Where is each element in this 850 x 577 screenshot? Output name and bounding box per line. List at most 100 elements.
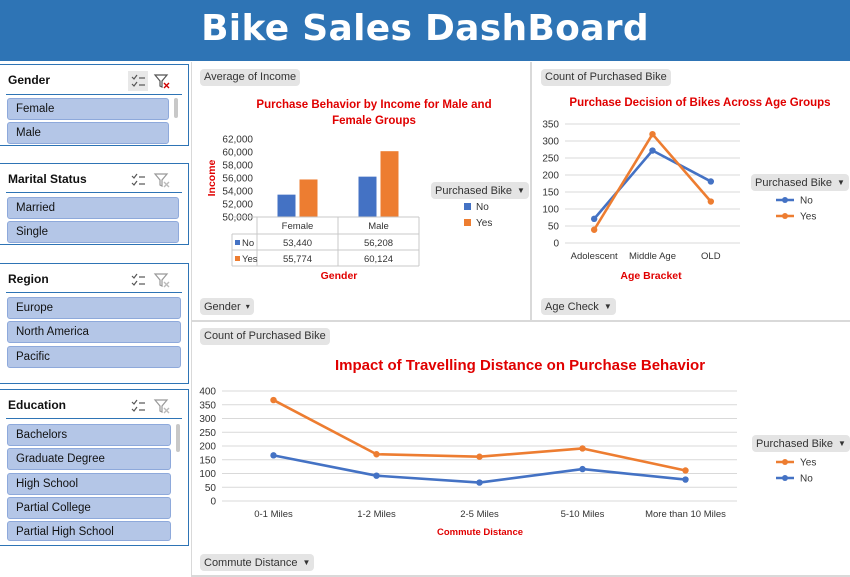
commute-legend-field-button[interactable]: Purchased Bike ▼ — [752, 435, 850, 452]
marital-status-slicer: Marital Status Married Single — [0, 163, 189, 245]
point-no — [373, 472, 380, 479]
x-axis-label: Gender — [321, 270, 358, 282]
y-tick-label: 100 — [199, 469, 216, 480]
legend-marker-yes — [782, 213, 788, 219]
point-yes — [579, 445, 586, 452]
gender-axis-field-button[interactable]: Gender ▾ — [200, 298, 254, 315]
clear-filter-icon[interactable] — [152, 270, 172, 290]
legend-marker-no — [782, 197, 788, 203]
y-tick-label: 300 — [542, 137, 559, 148]
y-tick-label: 50,000 — [222, 213, 253, 224]
multi-select-icon[interactable] — [128, 170, 148, 190]
income-legend-field-button[interactable]: Purchased Bike ▼ — [431, 182, 529, 199]
series-line-yes — [593, 132, 712, 231]
y-tick-label: 56,000 — [222, 174, 253, 185]
age-legend-field-button[interactable]: Purchased Bike ▼ — [751, 174, 849, 191]
legend-marker-no — [782, 475, 788, 481]
region-slicer: Region Europe North America Pacific — [0, 263, 189, 384]
point-yes — [590, 226, 598, 233]
point-yes — [707, 198, 715, 205]
table-value: 60,124 — [364, 254, 393, 265]
commute-axis-field-button[interactable]: Commute Distance ▼ — [200, 554, 315, 571]
category-label: Male — [368, 221, 389, 232]
y-tick-label: 250 — [542, 154, 559, 165]
table-legend-key — [235, 256, 240, 261]
y-tick-label: 200 — [199, 442, 216, 453]
dropdown-arrow-icon: ▼ — [838, 439, 846, 448]
slicer-divider — [6, 418, 182, 419]
table-value: 56,208 — [364, 238, 393, 249]
y-tick-label: 150 — [542, 188, 559, 199]
table-value: 55,774 — [283, 254, 312, 265]
slicer-item-single[interactable]: Single — [7, 221, 179, 243]
point-yes — [682, 467, 689, 474]
y-tick-label: 0 — [553, 239, 559, 250]
panel-border — [192, 320, 850, 322]
point-no — [707, 178, 715, 185]
marital-slicer-title: Marital Status — [8, 172, 87, 186]
multi-select-icon[interactable] — [128, 71, 148, 91]
multi-select-icon[interactable] — [128, 270, 148, 290]
y-tick-label: 150 — [199, 455, 216, 466]
table-legend-key — [235, 240, 240, 245]
legend-label: Yes — [800, 212, 816, 223]
slicer-item-married[interactable]: Married — [7, 197, 179, 219]
y-tick-label: 52,000 — [222, 200, 253, 211]
point-no — [476, 479, 483, 486]
panel-border — [530, 62, 532, 321]
table-series-label: Yes — [242, 254, 258, 265]
x-tick-label: 1-2 Miles — [357, 509, 396, 520]
slicer-item-high-school[interactable]: High School — [7, 473, 171, 495]
commute-legend-field-label: Purchased Bike — [756, 438, 834, 450]
dashboard-title: Bike Sales DashBoard — [201, 8, 649, 49]
age-axis-field-button[interactable]: Age Check ▼ — [541, 298, 616, 315]
dropdown-arrow-icon: ▼ — [603, 302, 612, 311]
slicer-scrollbar[interactable] — [176, 424, 180, 452]
x-tick-label: Middle Age — [629, 251, 676, 262]
chart-title-line-2: Female Groups — [332, 115, 416, 127]
gender-slicer-title: Gender — [8, 73, 51, 87]
slicer-scrollbar[interactable] — [174, 98, 178, 118]
commute-value-field-button[interactable]: Count of Purchased Bike — [200, 328, 330, 345]
slicer-item-north-america[interactable]: North America — [7, 321, 181, 343]
education-slicer: Education Bachelors Graduate Degree High… — [0, 389, 189, 546]
x-tick-label: Adolescent — [571, 251, 618, 262]
clear-filter-icon[interactable] — [152, 71, 172, 91]
legend-label: No — [800, 474, 813, 485]
table-value: 53,440 — [283, 238, 312, 249]
y-tick-label: 300 — [199, 414, 216, 425]
y-tick-label: 0 — [210, 497, 216, 508]
slicer-item-bachelors[interactable]: Bachelors — [7, 424, 171, 446]
slicer-divider — [6, 292, 182, 293]
slicer-item-europe[interactable]: Europe — [7, 297, 181, 319]
chart-title: Purchase Behavior by Income for Male and — [256, 99, 491, 111]
slicer-item-pacific[interactable]: Pacific — [7, 346, 181, 368]
y-tick-label: 350 — [199, 400, 216, 411]
point-no — [270, 452, 277, 459]
y-tick-label: 60,000 — [222, 148, 253, 159]
x-tick-label: 2-5 Miles — [460, 509, 499, 520]
slicer-item-partial-college[interactable]: Partial College — [7, 497, 171, 519]
clear-filter-icon[interactable] — [152, 396, 172, 416]
multi-select-icon[interactable] — [128, 396, 148, 416]
slicer-item-female[interactable]: Female — [7, 98, 169, 120]
legend-label: No — [476, 202, 489, 213]
y-tick-label: 62,000 — [222, 135, 253, 146]
bar-no-female — [277, 194, 296, 217]
slicer-item-partial-high-school[interactable]: Partial High School — [7, 521, 171, 541]
region-slicer-title: Region — [8, 272, 49, 286]
education-slicer-title: Education — [8, 398, 67, 412]
income-value-field-button[interactable]: Average of Income — [200, 69, 301, 86]
x-tick-label: OLD — [701, 251, 721, 262]
y-tick-label: 58,000 — [222, 161, 253, 172]
clear-filter-icon[interactable] — [152, 170, 172, 190]
age-value-field-button[interactable]: Count of Purchased Bike — [541, 69, 671, 86]
y-tick-label: 50 — [205, 483, 217, 494]
bar-no-male — [358, 176, 377, 217]
slicer-item-graduate-degree[interactable]: Graduate Degree — [7, 448, 171, 470]
dashboard-header: Bike Sales DashBoard — [0, 0, 850, 61]
legend-label: Yes — [476, 218, 492, 229]
bar-yes-female — [299, 179, 318, 217]
legend-key-yes — [464, 219, 471, 226]
slicer-item-male[interactable]: Male — [7, 122, 169, 144]
